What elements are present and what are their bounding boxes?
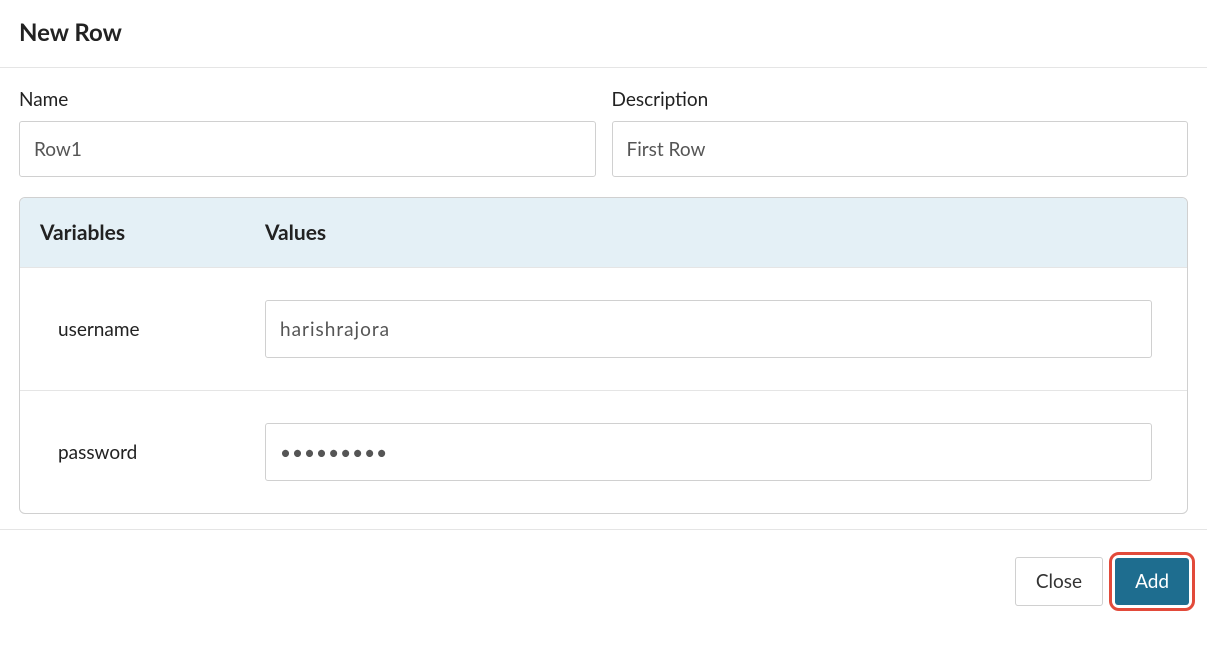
variable-name: password: [40, 441, 265, 464]
variables-table: Variables Values username password: [19, 197, 1188, 514]
password-input[interactable]: [265, 423, 1152, 481]
description-label: Description: [612, 88, 1189, 111]
column-header-variables: Variables: [40, 220, 265, 245]
field-row: Name Description: [19, 88, 1188, 177]
variable-name: username: [40, 318, 265, 341]
modal-title: New Row: [19, 18, 1188, 47]
table-row: username: [20, 267, 1187, 390]
username-input[interactable]: [265, 300, 1152, 358]
name-input[interactable]: [19, 121, 596, 177]
name-label: Name: [19, 88, 596, 111]
table-row: password: [20, 390, 1187, 513]
modal-footer: Close Add: [0, 530, 1207, 611]
description-input[interactable]: [612, 121, 1189, 177]
variable-value-cell: [265, 423, 1167, 481]
add-button[interactable]: Add: [1115, 558, 1189, 605]
name-field-group: Name: [19, 88, 596, 177]
modal-content: Name Description Variables Values userna…: [0, 68, 1207, 529]
modal-header: New Row: [0, 0, 1207, 67]
add-button-highlight: Add: [1109, 552, 1195, 611]
column-header-values: Values: [265, 220, 326, 245]
table-header: Variables Values: [20, 198, 1187, 267]
description-field-group: Description: [612, 88, 1189, 177]
close-button[interactable]: Close: [1015, 557, 1103, 606]
variable-value-cell: [265, 300, 1167, 358]
